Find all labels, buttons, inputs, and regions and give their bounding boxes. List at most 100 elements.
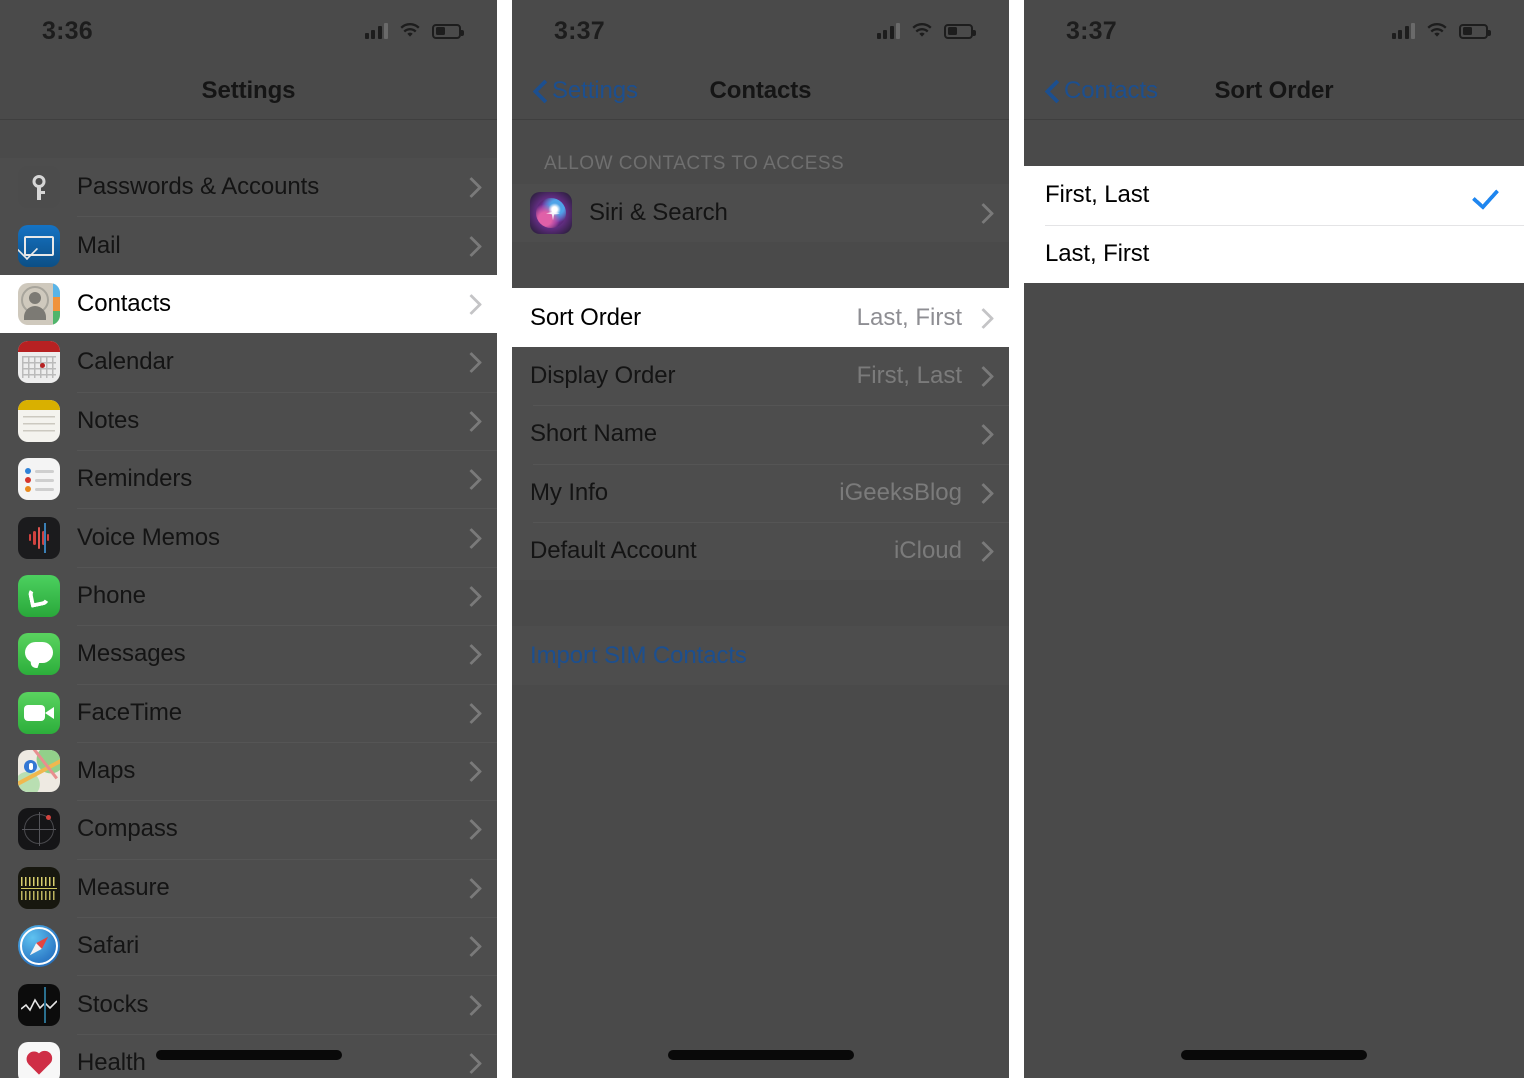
sidebar-item-stocks[interactable]: Stocks xyxy=(0,975,497,1033)
row-label: Default Account xyxy=(530,537,697,565)
sidebar-item-mail[interactable]: Mail xyxy=(0,216,497,274)
sidebar-item-maps[interactable]: Maps xyxy=(0,741,497,800)
chevron-left-icon xyxy=(1046,80,1059,102)
chevron-right-icon xyxy=(464,294,475,314)
row-label: Compass xyxy=(77,815,178,843)
row-label: Mail xyxy=(77,231,121,259)
sidebar-item-facetime[interactable]: FaceTime xyxy=(0,683,497,742)
row-value: Last, First xyxy=(856,303,962,331)
chevron-right-icon xyxy=(464,1053,475,1073)
cellular-signal-icon xyxy=(364,23,388,39)
status-clock: 3:37 xyxy=(1066,16,1117,45)
voice-memos-icon xyxy=(18,516,60,559)
settings-app-list: Passwords & Accounts Mail Contacts Calen… xyxy=(0,158,497,1078)
list-item-sort-order[interactable]: Sort Order Last, First xyxy=(512,288,1009,347)
sidebar-item-notes[interactable]: Notes xyxy=(0,391,497,450)
row-label: FaceTime xyxy=(77,698,182,726)
list-item-my-info[interactable]: My Info iGeeksBlog xyxy=(512,463,1009,522)
status-bar: 3:36 xyxy=(0,0,497,62)
list-top-spacer xyxy=(0,120,497,158)
row-value: iCloud xyxy=(893,537,962,565)
chevron-right-icon xyxy=(464,469,475,489)
status-bar: 3:37 xyxy=(512,0,1009,62)
contacts-options-list: Sort Order Last, First Display Order Fir… xyxy=(512,288,1009,581)
home-indicator xyxy=(1181,1050,1367,1060)
list-item-display-order[interactable]: Display Order First, Last xyxy=(512,347,1009,405)
notes-icon xyxy=(18,399,60,442)
chevron-right-icon xyxy=(464,644,475,664)
import-sim-contacts-button[interactable]: Import SIM Contacts xyxy=(512,626,1009,684)
sidebar-item-passwords-accounts[interactable]: Passwords & Accounts xyxy=(0,158,497,216)
back-button-label: Contacts xyxy=(1064,76,1158,104)
list-top-spacer xyxy=(1024,120,1524,166)
chevron-right-icon xyxy=(464,236,475,256)
sidebar-item-reminders[interactable]: Reminders xyxy=(0,449,497,508)
compass-icon xyxy=(18,808,60,851)
chevron-right-icon xyxy=(976,483,987,503)
facetime-icon xyxy=(18,691,60,734)
mail-icon xyxy=(18,224,60,267)
home-indicator xyxy=(155,1050,342,1060)
sidebar-item-safari[interactable]: Safari xyxy=(0,917,497,975)
row-label: Last, First xyxy=(1045,239,1150,267)
list-item-default-account[interactable]: Default Account iCloud xyxy=(512,521,1009,580)
row-label: Measure xyxy=(77,873,170,901)
panel-divider xyxy=(497,0,512,1078)
chevron-right-icon xyxy=(464,352,475,372)
chevron-right-icon xyxy=(464,528,475,548)
reminders-icon xyxy=(18,458,60,501)
back-button-contacts[interactable]: Contacts xyxy=(1046,62,1158,119)
row-label: Notes xyxy=(77,406,140,434)
sidebar-item-measure[interactable]: Measure xyxy=(0,858,497,917)
back-button-label: Settings xyxy=(552,76,638,104)
back-button-settings[interactable]: Settings xyxy=(534,62,638,119)
row-label: My Info xyxy=(530,478,608,506)
panel-sort-order: 3:37 Contacts Sort Order First, Last Las… xyxy=(1024,0,1524,1078)
chevron-right-icon xyxy=(464,878,475,898)
sidebar-item-messages[interactable]: Messages xyxy=(0,625,497,683)
chevron-right-icon xyxy=(976,366,987,386)
row-label: Messages xyxy=(77,640,186,668)
wifi-icon xyxy=(911,22,933,39)
status-clock: 3:36 xyxy=(42,16,93,45)
panel-contacts: 3:37 Settings Contacts ALLOW CONTACTS TO… xyxy=(512,0,1009,1078)
sidebar-item-voice-memos[interactable]: Voice Memos xyxy=(0,508,497,566)
row-label: Safari xyxy=(77,932,140,960)
panel-settings: 3:36 Settings Passwords & Accounts Mail xyxy=(0,0,497,1078)
passwords-icon xyxy=(18,166,60,209)
sidebar-item-calendar[interactable]: Calendar xyxy=(0,333,497,391)
access-list: Siri & Search xyxy=(512,184,1009,243)
wifi-icon xyxy=(1426,22,1448,39)
page-title: Contacts xyxy=(709,76,812,104)
chevron-right-icon xyxy=(464,761,475,781)
maps-icon xyxy=(18,750,60,793)
battery-icon xyxy=(1459,23,1491,39)
nav-bar-contacts: Settings Contacts xyxy=(512,62,1009,120)
phone-icon xyxy=(18,574,60,617)
safari-icon xyxy=(18,925,60,968)
row-label: First, Last xyxy=(1045,181,1150,209)
choice-last-first[interactable]: Last, First xyxy=(1024,224,1524,283)
status-icons xyxy=(1391,22,1491,39)
page-title: Settings xyxy=(201,76,296,104)
sidebar-item-contacts[interactable]: Contacts xyxy=(0,274,497,334)
row-label: Reminders xyxy=(77,465,193,493)
choice-first-last[interactable]: First, Last xyxy=(1024,166,1524,225)
list-item-siri-and-search[interactable]: Siri & Search xyxy=(512,184,1009,242)
sidebar-item-compass[interactable]: Compass xyxy=(0,800,497,858)
row-label: Phone xyxy=(77,581,146,609)
row-label: Voice Memos xyxy=(77,523,220,551)
list-top-spacer xyxy=(512,120,1009,146)
row-label: Contacts xyxy=(77,289,171,317)
panel-divider xyxy=(1009,0,1024,1078)
chevron-right-icon xyxy=(976,308,987,328)
chevron-right-icon xyxy=(464,586,475,606)
sidebar-item-phone[interactable]: Phone xyxy=(0,566,497,625)
list-item-short-name[interactable]: Short Name xyxy=(512,405,1009,463)
contacts-icon xyxy=(18,282,60,325)
measure-icon xyxy=(18,866,60,909)
chevron-right-icon xyxy=(976,541,987,561)
cellular-signal-icon xyxy=(876,23,900,39)
battery-icon xyxy=(432,23,464,39)
chevron-right-icon xyxy=(464,703,475,723)
